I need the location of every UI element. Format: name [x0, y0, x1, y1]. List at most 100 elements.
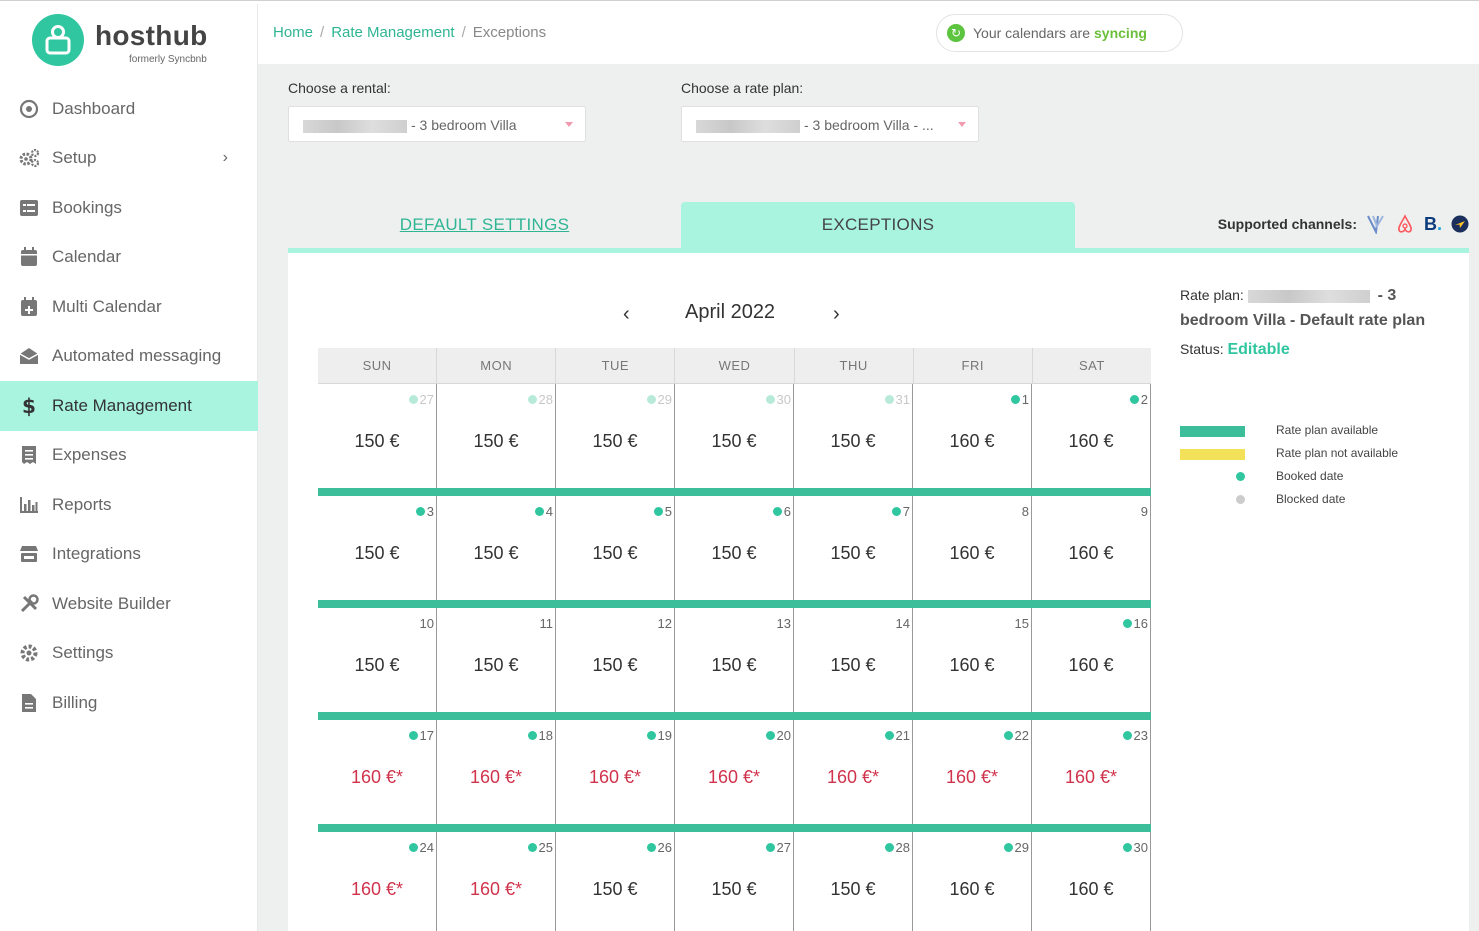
calendar-day[interactable]: 21 160 €* [794, 720, 913, 824]
calendar-day[interactable]: 24 160 €* [318, 832, 437, 931]
supported-channels: Supported channels: B. [1218, 214, 1469, 234]
sidebar-item-integrations[interactable]: Integrations [0, 530, 258, 580]
sidebar-item-setup[interactable]: Setup › [0, 134, 258, 184]
calendar-day[interactable]: 12 150 € [556, 608, 675, 712]
rental-value: - 3 bedroom Villa [411, 117, 517, 133]
sidebar-item-label: Rate Management [52, 395, 192, 415]
calendar-day[interactable]: 18 160 €* [437, 720, 556, 824]
chevron-left-icon[interactable]: ‹ [623, 303, 630, 326]
sidebar-item-multi-calendar[interactable]: Multi Calendar [0, 282, 258, 332]
day-number: 26 [646, 840, 672, 855]
calendar-day[interactable]: 19 160 €* [556, 720, 675, 824]
envelope-icon [18, 345, 40, 367]
calendar-day[interactable]: 31 150 € [794, 384, 913, 488]
rental-select[interactable]: - 3 bedroom Villa [288, 106, 586, 142]
booked-dot-icon [653, 507, 663, 516]
breadcrumb-separator: / [461, 24, 466, 41]
sidebar-item-bookings[interactable]: Bookings [0, 183, 258, 233]
sidebar: hosthub formerly Syncbnb Dashboard Setup ›… [0, 4, 258, 931]
booked-dot-icon [408, 843, 418, 852]
breadcrumb-rate-management[interactable]: Rate Management [331, 24, 454, 41]
sync-icon: ↻ [947, 24, 965, 42]
sidebar-item-reports[interactable]: Reports [0, 480, 258, 530]
day-price: 150 € [711, 543, 757, 563]
caret-down-icon [565, 122, 573, 127]
calendar-day[interactable]: 28 150 € [794, 832, 913, 931]
booked-dot-icon [527, 843, 537, 852]
weekday-label: SAT [1079, 358, 1105, 373]
calendar-day[interactable]: 17 160 €* [318, 720, 437, 824]
rental-label: Choose a rental: [288, 80, 391, 96]
sidebar-item-automated-messaging[interactable]: Automated messaging [0, 332, 258, 382]
sidebar-item-calendar[interactable]: Calendar [0, 233, 258, 283]
calendar-day[interactable]: 30 150 € [675, 384, 794, 488]
calendar-day[interactable]: 30 160 € [1032, 832, 1151, 931]
day-number: 14 [896, 616, 910, 631]
day-price: 150 € [592, 879, 638, 899]
calendar-day[interactable]: 11 150 € [437, 608, 556, 712]
day-price: 150 € [592, 431, 638, 451]
calendar-day[interactable]: 16 160 € [1032, 608, 1151, 712]
sidebar-item-dashboard[interactable]: Dashboard [0, 84, 258, 134]
booked-dot-icon [765, 843, 775, 852]
day-number: 18 [527, 728, 553, 743]
day-price: 150 € [830, 543, 876, 563]
redacted-text [303, 119, 407, 133]
breadcrumb-home[interactable]: Home [273, 24, 313, 41]
calendar-day[interactable]: 5 150 € [556, 496, 675, 600]
calendar-day[interactable]: 3 150 € [318, 496, 437, 600]
sidebar-item-settings[interactable]: Settings [0, 629, 258, 679]
calendar-day[interactable]: 28 150 € [437, 384, 556, 488]
calendar-week: 27 150 € 28 150 € 29 150 € 30 150 € 31 150 € 1 160 … [318, 384, 1151, 496]
day-number: 28 [884, 840, 910, 855]
calendar-day[interactable]: 2 160 € [1032, 384, 1151, 488]
gears-icon [18, 147, 40, 169]
sidebar-item-billing[interactable]: Billing [0, 678, 258, 728]
rateplan-info: Rate plan: - 3 bedroom Villa - Default r… [1180, 283, 1440, 359]
day-number: 4 [534, 504, 553, 519]
calendar-day[interactable]: 22 160 €* [913, 720, 1032, 824]
calendar-day[interactable]: 25 160 €* [437, 832, 556, 931]
legend-label: Blocked date [1276, 492, 1346, 506]
calendar-day[interactable]: 26 150 € [556, 832, 675, 931]
sync-status[interactable]: ↻ Your calendars are syncing [936, 14, 1183, 52]
day-number-text: 23 [1133, 728, 1148, 743]
calendar-day[interactable]: 7 150 € [794, 496, 913, 600]
calendar-day[interactable]: 27 150 € [675, 832, 794, 931]
weekday-label: TUE [556, 348, 676, 383]
calendar-day[interactable]: 27 150 € [318, 384, 437, 488]
legend-label: Booked date [1276, 469, 1344, 483]
day-number-text: 8 [1021, 504, 1029, 519]
sidebar-item-website-builder[interactable]: Website Builder [0, 579, 258, 629]
day-price: 150 € [592, 543, 638, 563]
sidebar-item-rate-management[interactable]: $ Rate Management [0, 381, 258, 431]
redacted-text [696, 119, 800, 133]
tab-exceptions[interactable]: EXCEPTIONS [681, 202, 1075, 248]
booked-dot-icon [765, 731, 775, 740]
day-number-text: 27 [776, 840, 791, 855]
calendar-day[interactable]: 23 160 €* [1032, 720, 1151, 824]
calendar-day[interactable]: 8 160 € [913, 496, 1032, 600]
logo[interactable]: hosthub formerly Syncbnb [32, 10, 252, 66]
calendar-day[interactable]: 6 150 € [675, 496, 794, 600]
tab-default-settings[interactable]: DEFAULT SETTINGS [288, 202, 681, 248]
calendar-day[interactable]: 29 160 € [913, 832, 1032, 931]
breadcrumb-separator: / [320, 24, 325, 41]
calendar-day[interactable]: 9 160 € [1032, 496, 1151, 600]
calendar-day[interactable]: 10 150 € [318, 608, 437, 712]
sidebar-item-label: Expenses [52, 445, 127, 465]
day-price: 150 € [711, 879, 757, 899]
chevron-right-icon[interactable]: › [833, 303, 840, 326]
calendar-day[interactable]: 4 150 € [437, 496, 556, 600]
calendar-day[interactable]: 20 160 €* [675, 720, 794, 824]
calendar-day[interactable]: 1 160 € [913, 384, 1032, 488]
calendar-plus-icon [18, 296, 40, 318]
calendar-day[interactable]: 15 160 € [913, 608, 1032, 712]
calendar-day[interactable]: 14 150 € [794, 608, 913, 712]
sidebar-item-expenses[interactable]: Expenses [0, 431, 258, 481]
rateplan-select[interactable]: - 3 bedroom Villa - ... [681, 106, 979, 142]
calendar-day[interactable]: 29 150 € [556, 384, 675, 488]
breadcrumb: Home / Rate Management / Exceptions [273, 24, 546, 41]
day-number: 13 [777, 616, 791, 631]
calendar-day[interactable]: 13 150 € [675, 608, 794, 712]
